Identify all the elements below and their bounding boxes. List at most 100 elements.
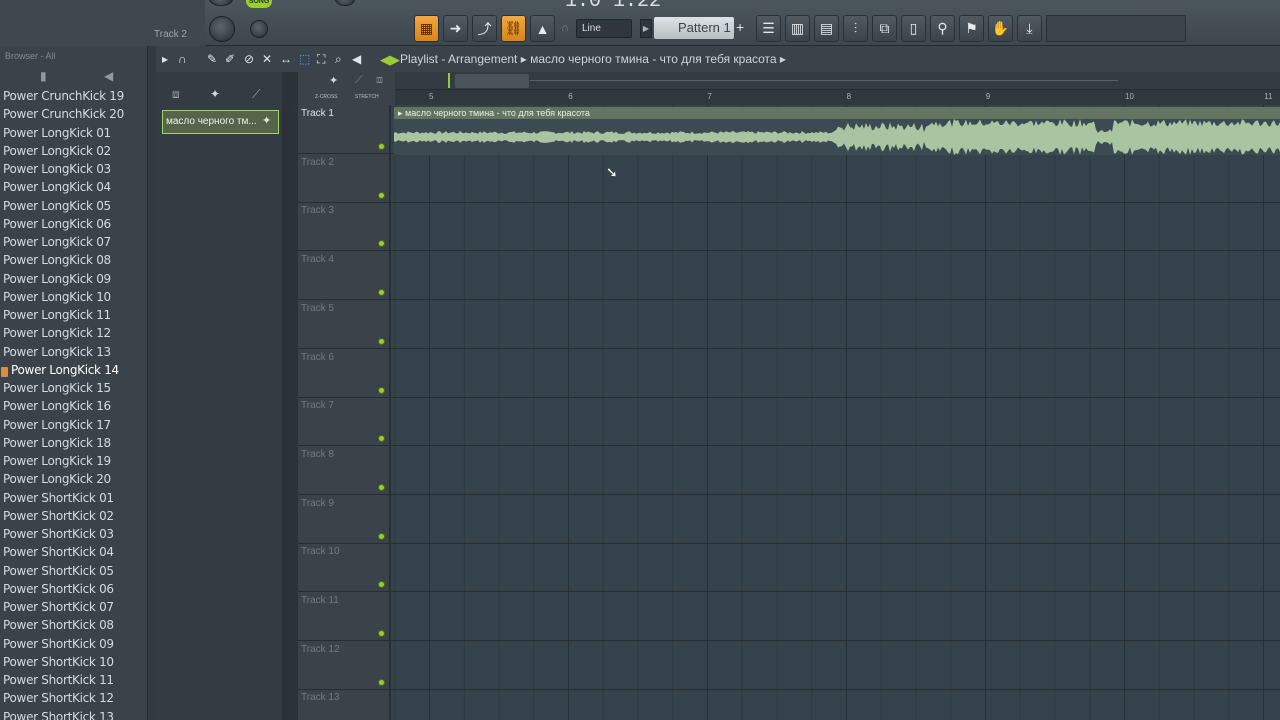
track-name[interactable]: Track 7 <box>301 400 334 411</box>
browser-item[interactable]: Power CrunchKick 20 <box>0 107 148 125</box>
track-enable-toggle[interactable] <box>378 483 385 491</box>
song-mode-toggle[interactable]: SONG <box>246 0 272 8</box>
track-enable-toggle[interactable] <box>378 191 385 199</box>
browser-item[interactable]: Power LongKick 19 <box>0 454 148 472</box>
browser-button[interactable]: ▯ <box>901 15 926 42</box>
browser-item[interactable]: Power ShortKick 06 <box>0 582 148 600</box>
track-name[interactable]: Track 2 <box>301 157 334 168</box>
zcross-toggle[interactable]: Z-CROSS <box>315 94 338 100</box>
track-name[interactable]: Track 13 <box>301 692 340 703</box>
download-button[interactable]: ⤓ <box>1017 15 1042 42</box>
track-name[interactable]: Track 8 <box>301 449 334 460</box>
browser-item[interactable]: Power LongKick 11 <box>0 308 148 326</box>
help-button[interactable]: ⚑ <box>959 15 984 42</box>
playlist-title[interactable]: Playlist - Arrangement ▸ масло черного т… <box>400 52 786 66</box>
panel-splitter[interactable] <box>148 46 156 720</box>
browser-item[interactable]: Power LongKick 05 <box>0 199 148 217</box>
track-name[interactable]: Track 3 <box>301 205 334 216</box>
browser-item[interactable]: Power ShortKick 07 <box>0 600 148 618</box>
picker-scrollbar[interactable] <box>282 106 292 720</box>
track-name[interactable]: Track 11 <box>301 595 339 606</box>
browser-item[interactable]: Power LongKick 07 <box>0 235 148 253</box>
browser-item[interactable]: Power LongKick 10 <box>0 290 148 308</box>
file-icon[interactable]: ▮ <box>40 69 47 83</box>
browser-item[interactable]: Power LongKick 13 <box>0 345 148 363</box>
slice-icon[interactable]: ⛶ <box>317 52 325 67</box>
browser-item[interactable]: Power LongKick 03 <box>0 162 148 180</box>
browser-item[interactable]: Power LongKick 02 <box>0 144 148 162</box>
speaker-icon[interactable]: ◀ <box>104 69 113 83</box>
track-name[interactable]: Track 12 <box>301 644 340 655</box>
track-name[interactable]: Track 4 <box>301 254 334 265</box>
curve-icon[interactable]: ⟋ <box>355 74 363 87</box>
next-button[interactable]: ➜ <box>443 15 468 42</box>
stretch-toggle[interactable]: STRETCH <box>355 94 379 100</box>
piano-roll-button[interactable]: ▥ <box>785 15 810 42</box>
playlist-grid[interactable] <box>391 105 1280 720</box>
step-edit-button[interactable]: ⤴ <box>472 15 497 42</box>
automation-icon[interactable]: ⟋ <box>252 87 260 102</box>
browser-item[interactable]: Power LongKick 14 <box>0 363 148 381</box>
slip-icon[interactable]: ↔ <box>280 52 292 66</box>
track-enable-toggle[interactable] <box>378 337 385 345</box>
track-enable-toggle[interactable] <box>378 532 385 540</box>
browser-item[interactable]: Power ShortKick 03 <box>0 527 148 545</box>
browser-item[interactable]: Power ShortKick 04 <box>0 545 148 563</box>
browser-item[interactable]: Power LongKick 09 <box>0 272 148 290</box>
browser-item[interactable]: Power ShortKick 10 <box>0 655 148 673</box>
browser-item[interactable]: Power LongKick 01 <box>0 126 148 144</box>
pattern-prev-button[interactable]: ▶ <box>640 19 652 38</box>
track-name[interactable]: Track 10 <box>301 546 340 557</box>
channel-rack-button[interactable]: ▤ <box>814 15 839 42</box>
magnet-icon[interactable]: ∩ <box>178 52 187 66</box>
waveform-icon[interactable]: ✦ <box>329 74 338 87</box>
browser-item[interactable]: Power ShortKick 11 <box>0 673 148 691</box>
brush-icon[interactable]: ✐ <box>225 52 235 66</box>
piano-icon[interactable]: ⧈ <box>172 87 180 102</box>
browser-item[interactable]: Power LongKick 15 <box>0 381 148 399</box>
browser-item[interactable]: Power LongKick 04 <box>0 180 148 198</box>
browser-item[interactable]: Power LongKick 06 <box>0 217 148 235</box>
master-pitch-knob[interactable] <box>209 16 235 42</box>
browser-item[interactable]: Power LongKick 20 <box>0 472 148 490</box>
menu-arrow-icon[interactable]: ▸ <box>162 52 168 66</box>
browser-item[interactable]: Power ShortKick 02 <box>0 509 148 527</box>
overview-scroll-window[interactable] <box>455 74 529 88</box>
magnet-icon[interactable]: ∩ <box>561 22 569 34</box>
snap-select[interactable]: Line <box>576 19 632 38</box>
playlist-view-button[interactable]: ▦ <box>414 15 439 42</box>
track-name[interactable]: Track 6 <box>301 352 334 363</box>
track-enable-toggle[interactable] <box>378 678 385 686</box>
browser-item[interactable]: Power LongKick 16 <box>0 399 148 417</box>
browser-item[interactable]: Power LongKick 12 <box>0 326 148 344</box>
mixer-button[interactable]: ⫶ <box>843 15 868 42</box>
track-enable-toggle[interactable] <box>378 630 385 637</box>
speaker-icon[interactable]: ◀ <box>352 52 361 66</box>
routing-button[interactable]: ⧉ <box>872 15 897 42</box>
track-name[interactable]: Track 1 <box>301 108 334 119</box>
browser-item[interactable]: Power ShortKick 13 <box>0 710 148 720</box>
browser-item[interactable]: Power LongKick 18 <box>0 436 148 454</box>
browser-item[interactable]: Power ShortKick 01 <box>0 491 148 509</box>
select-icon[interactable]: ⬚ <box>299 52 310 66</box>
browser-item[interactable]: Power LongKick 17 <box>0 418 148 436</box>
piano-icon[interactable]: ⧈ <box>376 74 383 87</box>
browser-item[interactable]: Power CrunchKick 19 <box>0 89 148 107</box>
audio-icon[interactable]: ✦ <box>210 87 220 101</box>
link-button[interactable]: ⛓ <box>501 15 526 42</box>
add-pattern-button[interactable]: + <box>736 19 744 35</box>
track-name[interactable]: Track 9 <box>301 498 334 509</box>
pattern-select[interactable]: Pattern 1 <box>654 17 734 39</box>
browser-item[interactable]: Power ShortKick 12 <box>0 691 148 709</box>
metronome-button[interactable]: ▲ <box>530 15 555 42</box>
track-name[interactable]: Track 5 <box>301 303 334 314</box>
zoom-icon[interactable]: ⌕ <box>335 52 342 67</box>
browser-item[interactable]: Power ShortKick 05 <box>0 564 148 582</box>
playlist-button[interactable]: ☰ <box>756 15 781 42</box>
mute-icon[interactable]: ✕ <box>262 52 272 66</box>
plugin-button[interactable]: ⚲ <box>930 15 955 42</box>
delete-icon[interactable]: ⊘ <box>244 52 254 66</box>
browser-title[interactable]: Browser - All <box>5 51 56 61</box>
online-button[interactable]: ✋ <box>988 15 1013 42</box>
track-enable-toggle[interactable] <box>378 386 385 394</box>
